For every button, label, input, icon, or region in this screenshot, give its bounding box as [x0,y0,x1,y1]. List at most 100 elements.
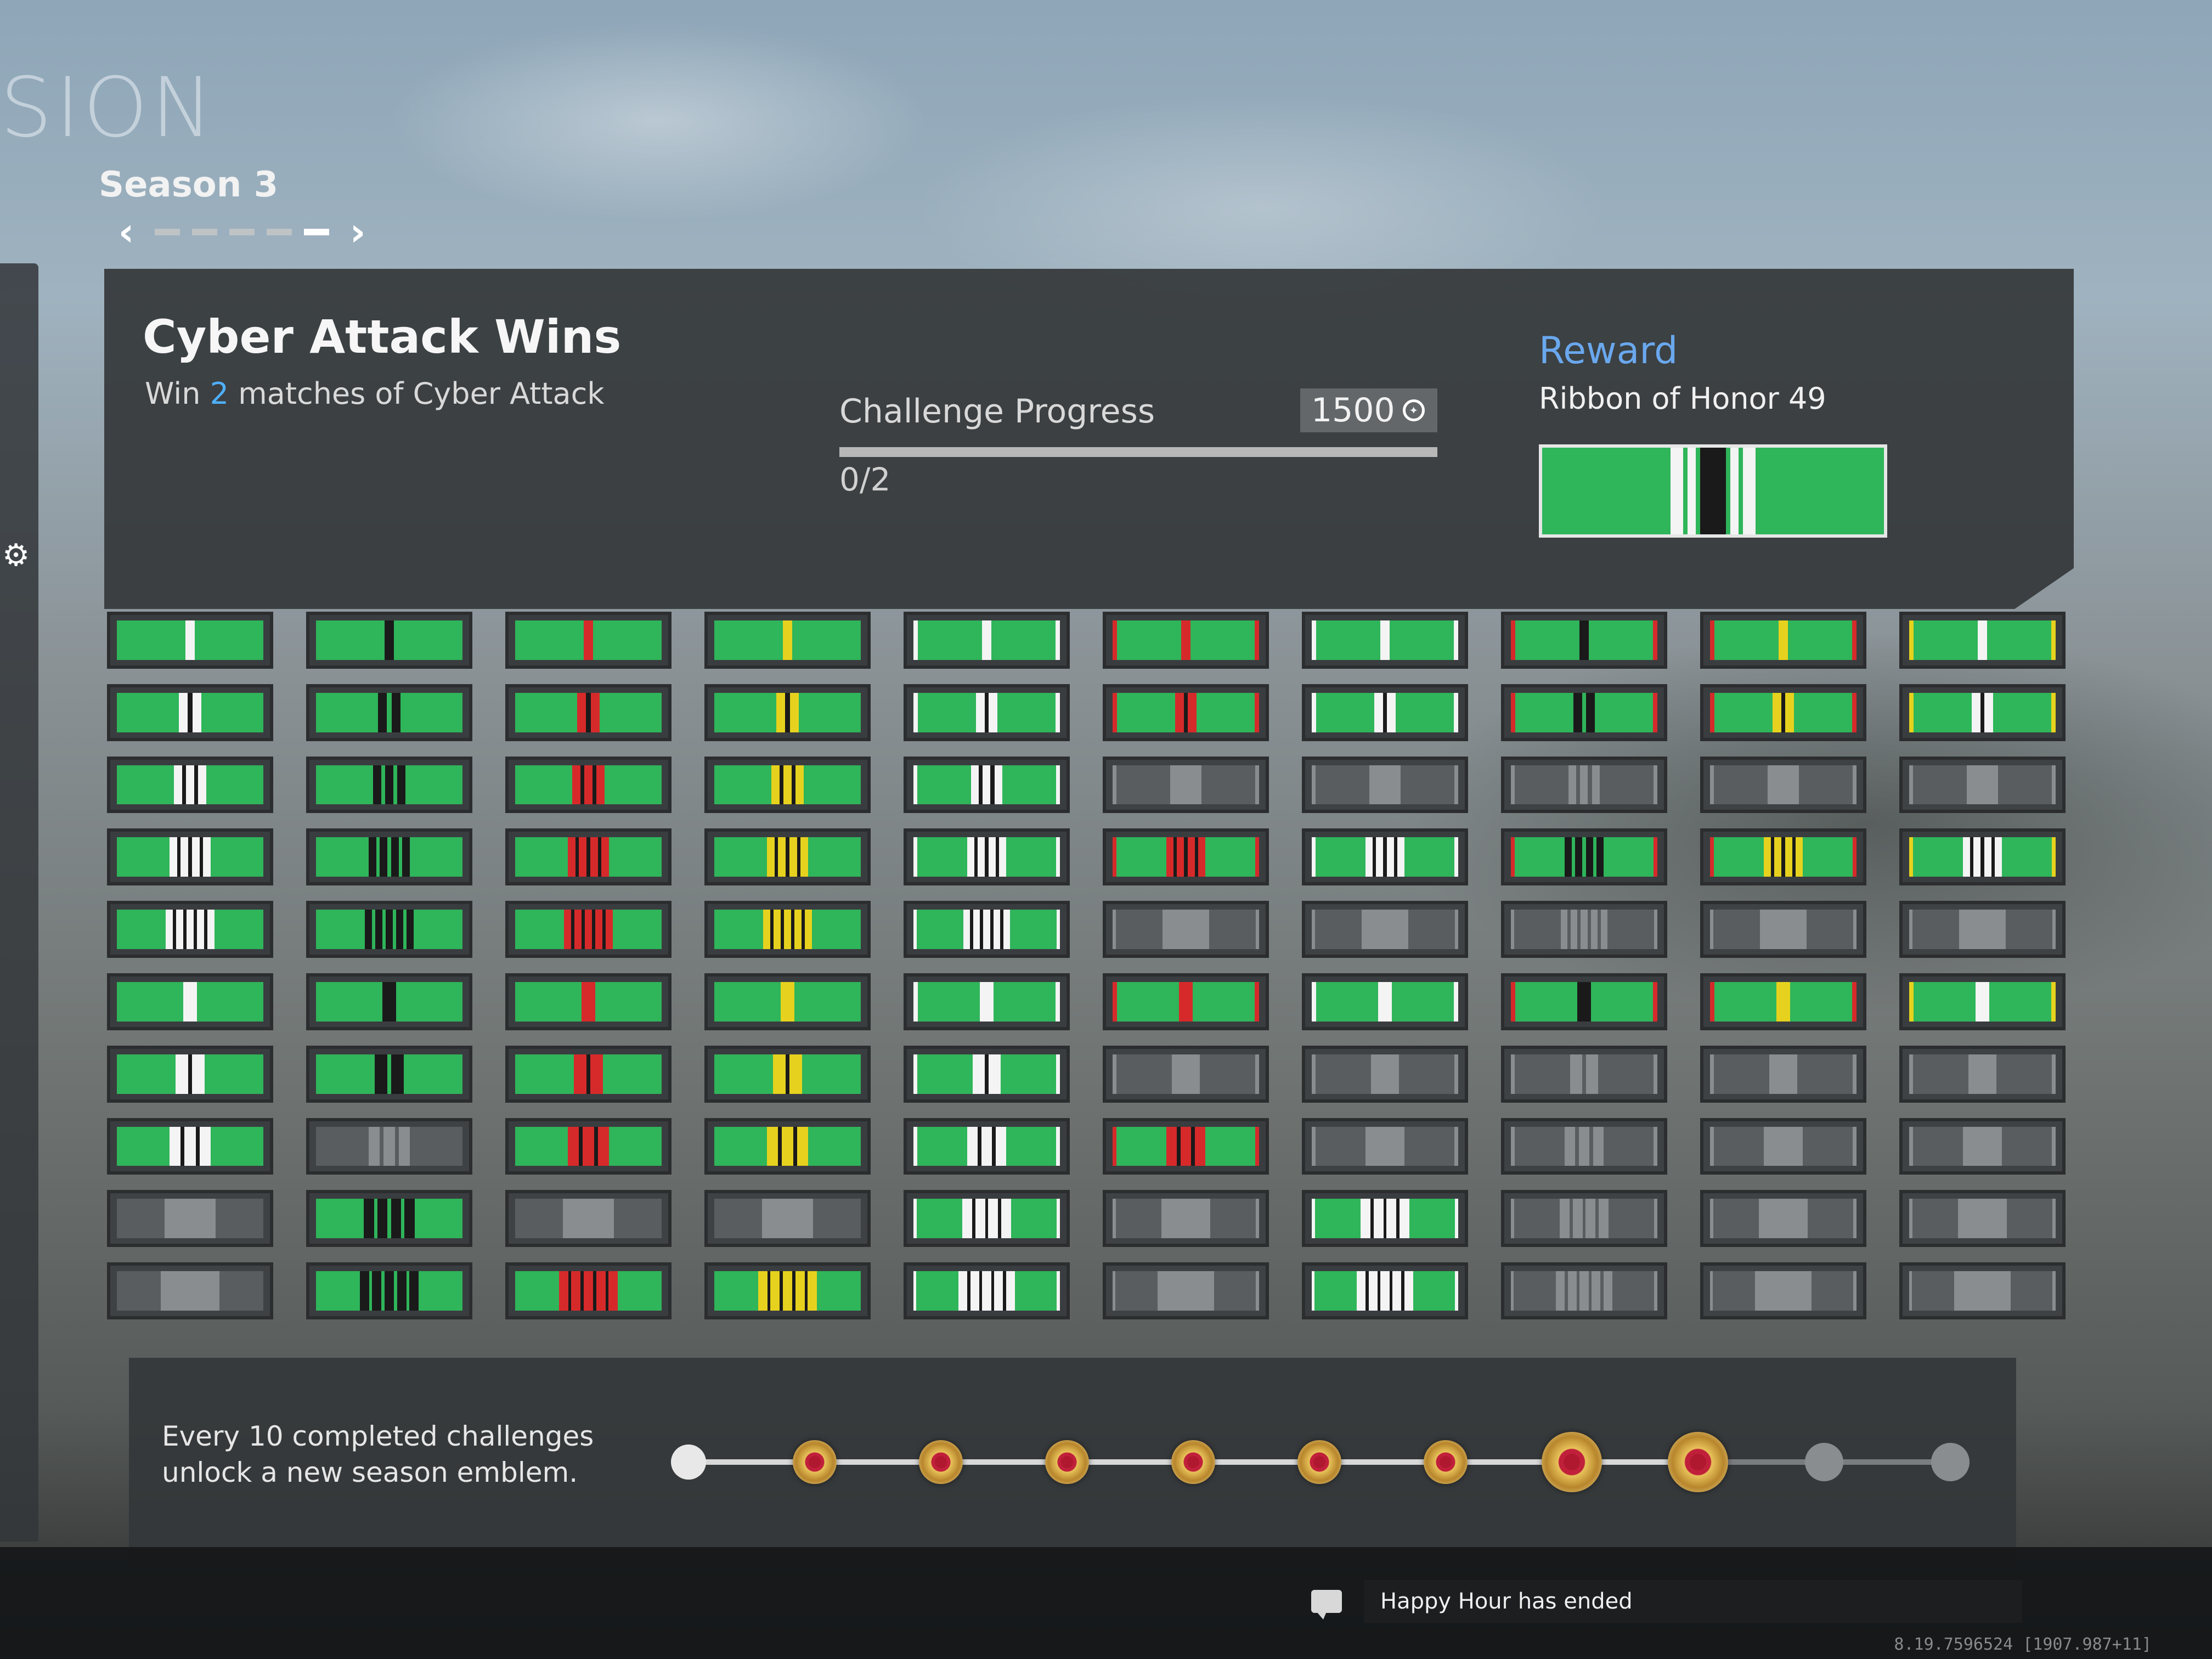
ribbon-unlocked[interactable] [1302,1262,1468,1319]
ribbon-unlocked[interactable] [1899,684,2066,741]
ribbon-unlocked[interactable] [505,1262,672,1319]
ribbon-unlocked[interactable] [904,612,1070,669]
ribbon-unlocked[interactable] [107,1118,273,1175]
season-emblem-icon[interactable] [793,1440,837,1484]
ribbon-unlocked[interactable] [904,828,1070,886]
ribbon-unlocked[interactable] [704,1045,871,1103]
ribbon-locked[interactable] [1501,1190,1667,1248]
ribbon-unlocked[interactable] [704,1118,871,1175]
ribbon-unlocked[interactable] [505,612,672,669]
ribbon-unlocked[interactable] [1103,973,1269,1030]
ribbon-unlocked[interactable] [904,1190,1070,1248]
ribbon-unlocked[interactable] [1302,1190,1468,1248]
season-page-dot-active[interactable] [304,229,329,235]
ribbon-locked[interactable] [107,1190,273,1248]
ribbon-unlocked[interactable] [505,1118,672,1175]
ribbon-unlocked[interactable] [306,684,472,741]
ribbon-locked[interactable] [1899,756,2066,814]
ribbon-unlocked[interactable] [1501,612,1667,669]
season-emblem-icon[interactable] [1668,1432,1728,1492]
ribbon-unlocked[interactable] [1700,828,1866,886]
ribbon-locked[interactable] [1103,756,1269,814]
ribbon-unlocked[interactable] [1700,684,1866,741]
ribbon-locked[interactable] [1501,756,1667,814]
ribbon-locked[interactable] [1700,1118,1866,1175]
ribbon-unlocked[interactable] [505,684,672,741]
season-emblem-icon[interactable] [1171,1440,1215,1484]
ribbon-unlocked[interactable] [306,612,472,669]
ribbon-unlocked[interactable] [306,828,472,886]
ribbon-unlocked[interactable] [1501,828,1667,886]
ribbon-unlocked[interactable] [107,828,273,886]
ribbon-unlocked[interactable] [1302,973,1468,1030]
ribbon-locked[interactable] [1501,901,1667,958]
ribbon-unlocked[interactable] [704,612,871,669]
ribbon-locked[interactable] [1103,1045,1269,1103]
chevron-left-icon[interactable]: ‹ [110,210,143,255]
ribbon-locked[interactable] [1302,1045,1468,1103]
ribbon-locked[interactable] [1899,1118,2066,1175]
ribbon-locked[interactable] [1899,1262,2066,1319]
ribbon-unlocked[interactable] [704,973,871,1030]
ribbon-unlocked[interactable] [904,1045,1070,1103]
ribbon-unlocked[interactable] [704,684,871,741]
ribbon-unlocked[interactable] [505,1045,672,1103]
season-emblem-icon[interactable] [919,1440,963,1484]
ribbon-unlocked[interactable] [904,1262,1070,1319]
ribbon-unlocked[interactable] [1103,828,1269,886]
ribbon-unlocked[interactable] [505,828,672,886]
ribbon-locked[interactable] [306,1118,472,1175]
ribbon-locked[interactable] [1501,1118,1667,1175]
season-emblem-locked-icon[interactable] [1931,1443,1970,1481]
ribbon-locked[interactable] [1501,1262,1667,1319]
ribbon-unlocked[interactable] [704,901,871,958]
ribbon-unlocked[interactable] [107,612,273,669]
ribbon-unlocked[interactable] [107,756,273,814]
ribbon-unlocked[interactable] [306,756,472,814]
ribbon-unlocked[interactable] [1103,1118,1269,1175]
ribbon-locked[interactable] [1302,1118,1468,1175]
ribbon-locked[interactable] [1103,901,1269,958]
ribbon-locked[interactable] [107,1262,273,1319]
ribbon-locked[interactable] [1700,756,1866,814]
ribbon-unlocked[interactable] [1103,684,1269,741]
season-page-dot[interactable] [155,229,180,235]
ribbon-locked[interactable] [1899,1190,2066,1248]
side-tab[interactable]: ⚙ [0,263,38,1542]
ribbon-locked[interactable] [1700,1045,1866,1103]
ribbon-unlocked[interactable] [904,901,1070,958]
ribbon-unlocked[interactable] [904,756,1070,814]
ribbon-locked[interactable] [1103,1262,1269,1319]
ribbon-locked[interactable] [1700,901,1866,958]
ribbon-unlocked[interactable] [1302,612,1468,669]
ribbon-unlocked[interactable] [505,756,672,814]
ribbon-unlocked[interactable] [306,973,472,1030]
ribbon-locked[interactable] [1899,1045,2066,1103]
season-emblem-icon[interactable] [1297,1440,1341,1484]
ribbon-locked[interactable] [1899,901,2066,958]
season-emblem-locked-icon[interactable] [1805,1443,1843,1481]
ribbon-unlocked[interactable] [107,901,273,958]
ribbon-unlocked[interactable] [107,973,273,1030]
ribbon-unlocked[interactable] [1700,973,1866,1030]
season-page-dot[interactable] [192,229,217,235]
ribbon-unlocked[interactable] [306,1262,472,1319]
chevron-right-icon[interactable]: › [341,210,374,255]
ribbon-unlocked[interactable] [107,1045,273,1103]
ribbon-unlocked[interactable] [1899,612,2066,669]
ribbon-unlocked[interactable] [1501,684,1667,741]
ribbon-locked[interactable] [704,1190,871,1248]
ribbon-unlocked[interactable] [505,901,672,958]
ribbon-unlocked[interactable] [306,1190,472,1248]
ribbon-unlocked[interactable] [904,973,1070,1030]
ribbon-unlocked[interactable] [107,684,273,741]
ribbon-locked[interactable] [1103,1190,1269,1248]
ribbon-locked[interactable] [1302,756,1468,814]
ribbon-unlocked[interactable] [704,828,871,886]
ribbon-unlocked[interactable] [306,901,472,958]
ribbon-locked[interactable] [1501,1045,1667,1103]
season-page-dot[interactable] [229,229,255,235]
ribbon-unlocked[interactable] [1302,684,1468,741]
ribbon-unlocked[interactable] [306,1045,472,1103]
ribbon-unlocked[interactable] [1501,973,1667,1030]
